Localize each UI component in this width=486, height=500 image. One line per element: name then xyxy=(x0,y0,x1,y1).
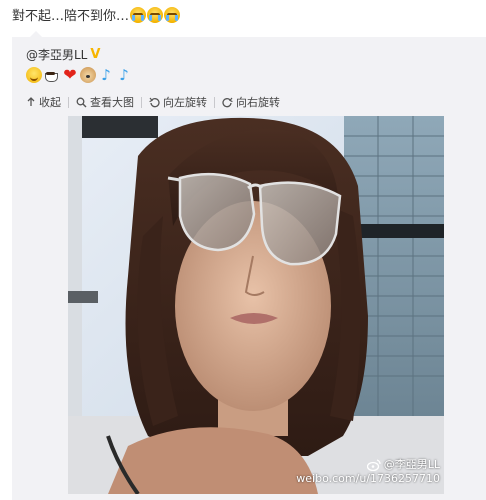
rotate-left-button[interactable]: 向左旋转 xyxy=(149,94,207,110)
repost-card: @李亞男LL ❤ ♪ ♪ 收起 查看大图 xyxy=(12,37,486,500)
view-large-label: 查看大图 xyxy=(90,96,134,109)
smiling-face-icon xyxy=(26,67,42,83)
toolbar-divider xyxy=(214,96,215,108)
watermark-user: @李亞男LL xyxy=(383,458,440,471)
post-text: 對不起…陪不到你… xyxy=(12,5,181,24)
crying-face-icon xyxy=(164,6,181,23)
arrow-up-icon xyxy=(27,97,35,106)
author-name-link[interactable]: @李亞男LL xyxy=(26,46,87,63)
watermark-url: weibo.com/u/1736257710 xyxy=(296,472,440,485)
collapse-label: 收起 xyxy=(39,96,61,109)
magnifier-icon xyxy=(76,97,87,107)
view-large-button[interactable]: 查看大图 xyxy=(76,94,134,110)
crying-face-icon xyxy=(130,6,147,23)
photo-illustration xyxy=(68,116,444,494)
toolbar-divider xyxy=(141,96,142,108)
dog-face-icon xyxy=(80,67,96,83)
photo-watermark: @李亞男LL weibo.com/u/1736257710 xyxy=(296,458,440,486)
repost-author: @李亞男LL xyxy=(26,46,102,63)
post-text-content: 對不起…陪不到你… xyxy=(12,9,130,24)
post-photo[interactable]: @李亞男LL weibo.com/u/1736257710 xyxy=(68,116,444,494)
rotate-left-icon xyxy=(149,97,160,107)
collapse-button[interactable]: 收起 xyxy=(26,94,61,110)
coffee-cup-icon xyxy=(44,67,60,83)
image-toolbar: 收起 查看大图 向左旋转 向右旋转 xyxy=(26,94,280,110)
music-note-icon: ♪ xyxy=(119,66,129,84)
red-heart-icon: ❤ xyxy=(63,65,77,84)
rotate-left-label: 向左旋转 xyxy=(163,96,207,109)
verified-badge-icon[interactable] xyxy=(90,47,102,62)
rotate-right-button[interactable]: 向右旋转 xyxy=(222,94,280,110)
crying-face-icon xyxy=(147,6,164,23)
rotate-right-label: 向右旋转 xyxy=(236,96,280,109)
music-note-icon: ♪ xyxy=(101,66,111,84)
rotate-right-icon xyxy=(222,97,233,107)
repost-emoji-row: ❤ ♪ ♪ xyxy=(26,67,132,83)
weibo-logo-icon xyxy=(366,459,381,471)
toolbar-divider xyxy=(68,96,69,108)
